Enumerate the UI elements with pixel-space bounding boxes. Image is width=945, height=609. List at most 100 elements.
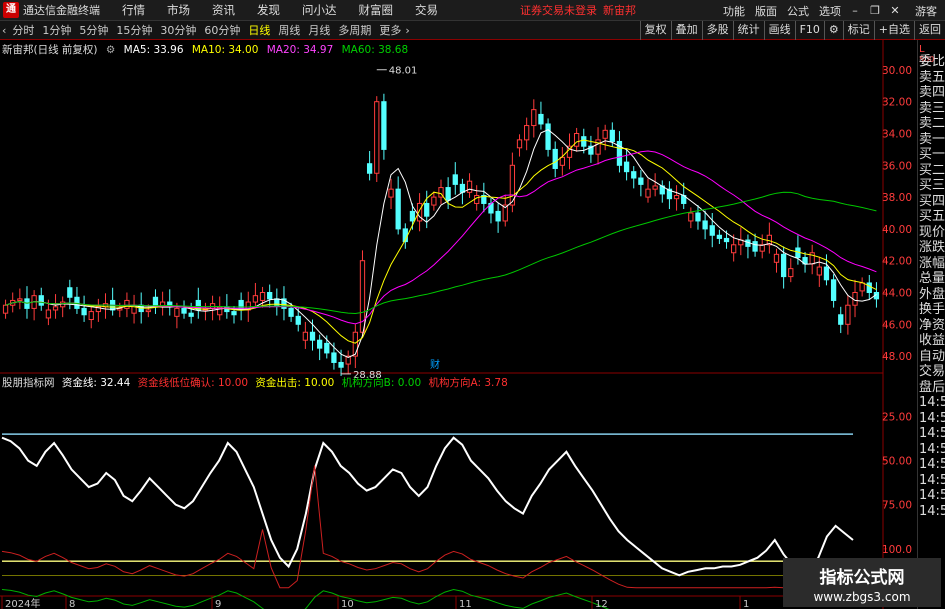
login-notice[interactable]: 证券交易未登录 [520,2,597,18]
add-watchlist-button[interactable]: +自选 [873,21,914,40]
candle-down [609,129,615,142]
period-tab[interactable]: 周线 [276,22,302,38]
candle-up [816,266,822,276]
candle-up [531,109,537,127]
multi-stock-button[interactable]: 多股 [701,21,733,40]
y-tick-label: 34.00 [882,129,912,141]
ind-tick-label: 25.00 [882,411,912,423]
period-tab-active[interactable]: 日线 [246,22,272,38]
candle-down [830,279,837,301]
candle-down [445,187,451,201]
candle-up [773,253,780,263]
quote-panel-item: 14:56 [919,395,945,410]
quote-panel-item: 14:56 [919,472,945,488]
indicator-line3: 资金出击: 10.00 [255,377,335,389]
ind-tick-label: 100.0 [882,544,912,556]
period-tab[interactable]: 1分钟 [40,22,73,38]
indicator-line1: 资金线: 32.44 [61,377,131,389]
quote-panel-item: 买三 [919,178,945,193]
candle-up [474,195,480,204]
x-tick-label: 11 [459,599,472,609]
period-tab-more[interactable]: 更多 [377,22,403,38]
quote-panel: L 500 委比 卖五 卖四 卖三 卖二 卖一 买一 买二 买三 买四 买五 现价 涨跌 涨幅 总量 外盘 换手… [917,40,945,609]
quote-panel-item: 14:56 [919,426,945,441]
quote-panel-item: 卖三 [919,100,945,116]
quote-panel-item: 涨幅 [919,255,945,271]
y-tick-label: 48.00 [882,351,912,363]
candle-up [859,282,865,292]
candle-up [252,295,259,303]
candle-down [188,312,194,317]
close-icon[interactable]: ✕ [889,4,901,17]
fund-line [1,436,854,577]
candle-up [52,306,59,311]
period-tab[interactable]: 月线 [306,22,332,38]
app-title: 通达信金融终端 [23,4,100,17]
adjust-button[interactable]: 复权 [639,21,671,40]
statistics-button[interactable]: 统计 [732,21,764,40]
x-tick-label: 1 [743,599,749,609]
menu-news[interactable]: 资讯 [212,2,235,18]
right-menu: 功能 版面 公式 选项 – ❐ ✕ 游客 [713,0,945,21]
candle-up [374,101,380,174]
candle-down [866,282,872,294]
candle-down [752,241,758,252]
menu-market[interactable]: 市场 [167,2,190,18]
period-tab[interactable]: 分时 [10,22,36,38]
menu-ask[interactable]: 问小达 [302,2,337,18]
menu-discover[interactable]: 发现 [257,2,280,18]
menu-options[interactable]: 选项 [819,3,841,19]
period-tab[interactable]: 5分钟 [77,22,110,38]
gear-icon[interactable]: ⚙ [823,21,843,40]
x-tick-label: 2024年 [5,597,40,609]
user-label[interactable]: 游客 [915,3,937,19]
quote-panel-item: 14:56 [919,441,945,457]
app-logo-icon: 通 [3,2,19,18]
period-tab[interactable]: 多周期 [336,22,373,38]
overlay-button[interactable]: 叠加 [670,21,702,40]
menu-wealth[interactable]: 财富圈 [359,2,394,18]
f10-button[interactable]: F10 [794,21,824,40]
chevron-left-icon[interactable]: ‹ [2,24,6,37]
y-tick-label: 40.00 [882,224,912,236]
candle-down [495,210,501,222]
candle-down [623,161,630,173]
menu-quotes[interactable]: 行情 [122,2,145,18]
menu-formula[interactable]: 公式 [787,3,809,19]
candle-down [267,292,273,300]
quote-panel-item: 14:56 [919,457,945,472]
x-tick-label: 10 [341,599,354,609]
draw-line-button[interactable]: 画线 [763,21,795,40]
period-tab[interactable]: 15分钟 [114,22,154,38]
candle-down [317,339,323,349]
candle-up [466,180,473,193]
restore-icon[interactable]: ❐ [869,4,881,17]
kline-chart[interactable]: 48.00 46.00 44.00 42.00 40.00 38.00 36.00 34.00… [0,40,917,609]
y-tick-label: 42.00 [882,256,912,268]
candle-up [388,188,394,198]
candle-up [673,195,680,200]
candle-up [688,212,694,222]
chevron-right-icon[interactable]: › [405,24,409,37]
quote-panel-item: 委比 [919,54,945,69]
minimize-icon[interactable]: – [849,4,861,17]
menu-layout[interactable]: 版面 [755,3,777,19]
period-toolbar: ‹ 分时 1分钟 5分钟 15分钟 30分钟 60分钟 日线 周线 月线 多周期… [0,21,945,40]
back-button[interactable]: 返回 [914,21,945,40]
period-tab[interactable]: 30分钟 [158,22,198,38]
quote-panel-item: 交易 [919,364,945,379]
menu-function[interactable]: 功能 [723,3,745,19]
candle-up [2,304,9,314]
candle-down [409,210,416,222]
y-tick-label: 46.00 [882,319,912,331]
y-tick-label: 38.00 [882,192,912,204]
period-tab[interactable]: 60分钟 [202,22,242,38]
candle-down [709,225,715,236]
candle-down [288,307,294,317]
quote-panel-item: 14:56 [919,488,945,503]
watermark: 指标公式网 www.zbgs3.com [783,558,941,607]
mark-button[interactable]: 标记 [842,21,874,40]
menu-trade[interactable]: 交易 [415,2,438,18]
quote-panel-item: 盘后 [919,379,945,395]
candle-down [167,301,173,306]
